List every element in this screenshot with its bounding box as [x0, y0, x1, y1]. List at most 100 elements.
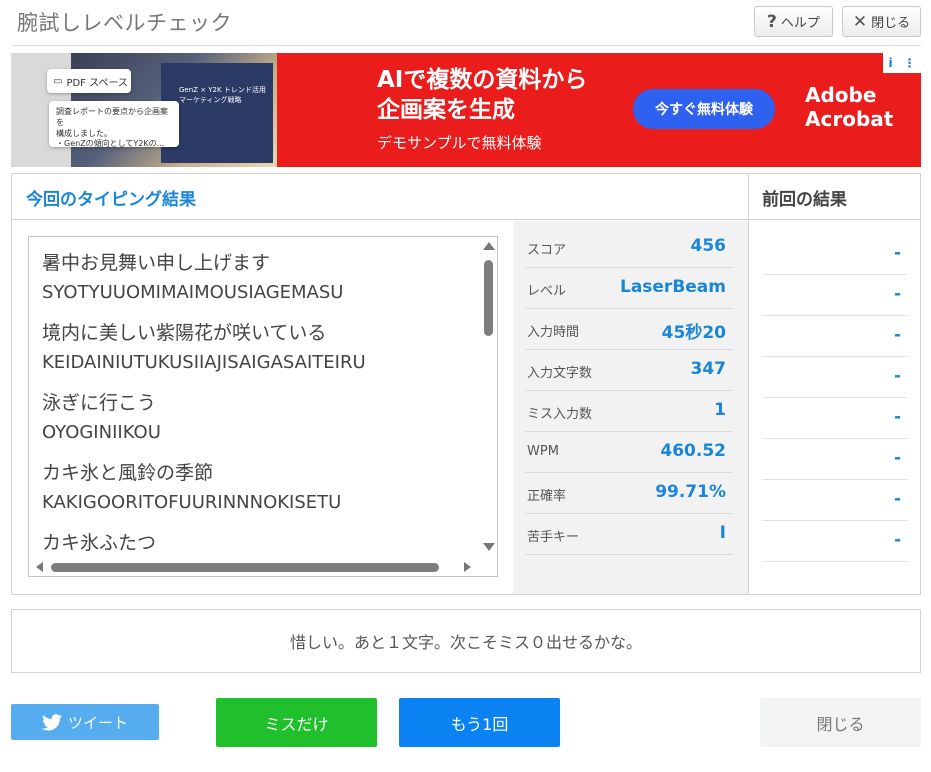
stat-value: 99.71%: [655, 482, 726, 502]
horizontal-scrollbar[interactable]: [29, 558, 481, 576]
previous-results-title: 前回の結果: [762, 190, 847, 210]
stat-label: ミス入力数: [527, 407, 593, 422]
typed-item-romaji: OYOGINIIKOU: [42, 422, 161, 443]
stat-label: 正確率: [527, 489, 567, 504]
previous-stat-value: -: [893, 284, 901, 304]
scroll-down-icon[interactable]: [483, 543, 495, 551]
typed-item-romaji: KAKIGOORITOFUURINNNOKISETU: [42, 492, 342, 513]
stat-row: 苦手キー I: [525, 514, 733, 555]
typed-item: 境内に美しい紫陽花が咲いている KEIDAINIUTUKUSIIAJISAIGAS…: [42, 319, 472, 377]
ad-doc-line2: マーケティング戦略: [179, 96, 242, 104]
stat-value: 456: [690, 236, 727, 256]
vertical-scroll-thumb[interactable]: [484, 260, 493, 336]
typed-text-list[interactable]: 暑中お見舞い申し上げます SYOTYUUOMIMAIMOUSIAGEMASU 境内に…: [28, 236, 498, 577]
scroll-up-icon[interactable]: [483, 242, 495, 250]
previous-stat-row: -: [763, 275, 907, 316]
previous-stat-value: -: [893, 530, 901, 550]
stat-value: 347: [690, 359, 727, 379]
typed-item: 泳ぎに行こう OYOGINIIKOU: [42, 389, 472, 447]
stat-label: スコア: [527, 243, 567, 258]
stat-value: 460.52: [660, 441, 726, 461]
typed-item: カキ氷ふたつ: [42, 529, 472, 558]
header-divider: [11, 45, 921, 46]
ad-banner[interactable]: GenZ × Y2K トレンド活用 マーケティング戦略 ▭ PDF スペース 調…: [11, 53, 921, 167]
twitter-bird-icon: [41, 713, 62, 730]
question-icon: ?: [767, 11, 777, 32]
close-label: 閉じる: [871, 16, 911, 31]
typed-item: カキ氷と風鈴の季節 KAKIGOORITOFUURINNNOKISETU: [42, 459, 472, 517]
tweet-button[interactable]: ツイート: [11, 704, 159, 740]
close-button[interactable]: 閉じる: [760, 698, 921, 747]
previous-stat-row: -: [763, 521, 907, 562]
stat-row: 入力時間 45秒20: [525, 309, 733, 350]
ad-brand-logo: Adobe Acrobat: [805, 83, 894, 131]
ad-cta-button[interactable]: 今すぐ無料体験: [633, 89, 775, 129]
retry-misses-button[interactable]: ミスだけ: [216, 698, 377, 747]
typed-item-japanese: 境内に美しい紫陽花が咲いている: [42, 322, 327, 344]
stat-label: 苦手キー: [527, 530, 580, 545]
ad-subtext: デモサンプルで無料体験: [377, 134, 542, 152]
stat-label: WPM: [527, 444, 559, 459]
typed-text-content: 暑中お見舞い申し上げます SYOTYUUOMIMAIMOUSIAGEMASU 境内に…: [42, 249, 472, 570]
previous-stat-row: -: [763, 439, 907, 480]
typed-item-japanese: 泳ぎに行こう: [42, 392, 157, 414]
retry-button[interactable]: もう1回: [399, 698, 560, 747]
stat-row: ミス入力数 1: [525, 391, 733, 432]
ad-image: GenZ × Y2K トレンド活用 マーケティング戦略 ▭ PDF スペース 調…: [11, 53, 277, 167]
previous-stat-row: -: [763, 234, 907, 275]
help-button[interactable]: ? ヘルプ: [754, 6, 833, 37]
current-results-header: 今回のタイピング結果: [12, 174, 748, 220]
stat-row: レベル LaserBeam: [525, 268, 733, 309]
previous-stat-value: -: [893, 448, 901, 468]
stat-value: 1: [714, 400, 726, 420]
ad-choices[interactable]: i ⋮: [883, 53, 921, 73]
tweet-label: ツイート: [67, 713, 128, 732]
result-message: 惜しい。あと１文字。次こそミス０出せるかな。: [11, 609, 921, 673]
stat-label: 入力文字数: [527, 366, 593, 381]
previous-stat-row: -: [763, 357, 907, 398]
ad-doc-line1: GenZ × Y2K トレンド活用: [179, 86, 266, 94]
vertical-scrollbar[interactable]: [480, 237, 497, 560]
typed-item-japanese: カキ氷と風鈴の季節: [42, 462, 214, 484]
previous-stat-value: -: [893, 407, 901, 427]
info-icon[interactable]: i: [888, 56, 892, 70]
pdf-icon: ▭: [53, 75, 63, 87]
stat-value: I: [719, 523, 726, 543]
typed-item-japanese: 暑中お見舞い申し上げます: [42, 252, 271, 274]
previous-stat-row: -: [763, 398, 907, 439]
results-panel: 今回のタイピング結果 暑中お見舞い申し上げます SYOTYUUOMIMAIMOUS…: [11, 173, 921, 595]
previous-results: 前回の結果 - - - - - - - -: [748, 174, 921, 594]
scroll-right-icon[interactable]: [464, 562, 471, 572]
scroll-left-icon[interactable]: [36, 562, 43, 572]
previous-stat-value: -: [893, 325, 901, 345]
ad-headline: AIで複数の資料から 企画案を生成: [377, 67, 588, 123]
close-button-top[interactable]: ✕ 閉じる: [842, 6, 921, 37]
current-results-title: 今回のタイピング結果: [26, 190, 196, 210]
stat-row: WPM 460.52: [525, 432, 733, 473]
stat-label: 入力時間: [527, 325, 580, 340]
stat-row: スコア 456: [525, 227, 733, 268]
close-icon: ✕: [852, 11, 868, 32]
ad-card-summary: 調査レポートの要点から企画案を 構成しました。 ・GenZの傾向としてY2Kの.…: [49, 101, 179, 148]
stat-label: レベル: [527, 284, 567, 299]
previous-results-header: 前回の結果: [749, 174, 921, 220]
stat-row: 正確率 99.71%: [525, 473, 733, 514]
previous-stat-row: -: [763, 316, 907, 357]
help-label: ヘルプ: [780, 16, 820, 31]
stats-table: スコア 456 レベル LaserBeam 入力時間 45秒20 入力文字数 347 ミス入力数…: [513, 221, 748, 594]
previous-stat-row: -: [763, 480, 907, 521]
typed-item-japanese: カキ氷ふたつ: [42, 532, 157, 554]
page-title: 腕試しレベルチェック: [17, 11, 232, 35]
more-icon[interactable]: ⋮: [904, 56, 916, 70]
stat-row: 入力文字数 347: [525, 350, 733, 391]
previous-stat-value: -: [893, 366, 901, 386]
ad-card-pdf: ▭ PDF スペース: [47, 69, 131, 93]
typed-item-romaji: SYOTYUUOMIMAIMOUSIAGEMASU: [42, 282, 344, 303]
previous-stat-value: -: [893, 489, 901, 509]
header: 腕試しレベルチェック ? ヘルプ ✕ 閉じる: [0, 0, 931, 44]
typed-item: 暑中お見舞い申し上げます SYOTYUUOMIMAIMOUSIAGEMASU: [42, 249, 472, 307]
typed-item-romaji: KEIDAINIUTUKUSIIAJISAIGASAITEIRU: [42, 352, 366, 373]
stat-value: 45秒20: [661, 323, 726, 343]
horizontal-scroll-thumb[interactable]: [51, 563, 439, 572]
stat-value: LaserBeam: [619, 277, 726, 297]
